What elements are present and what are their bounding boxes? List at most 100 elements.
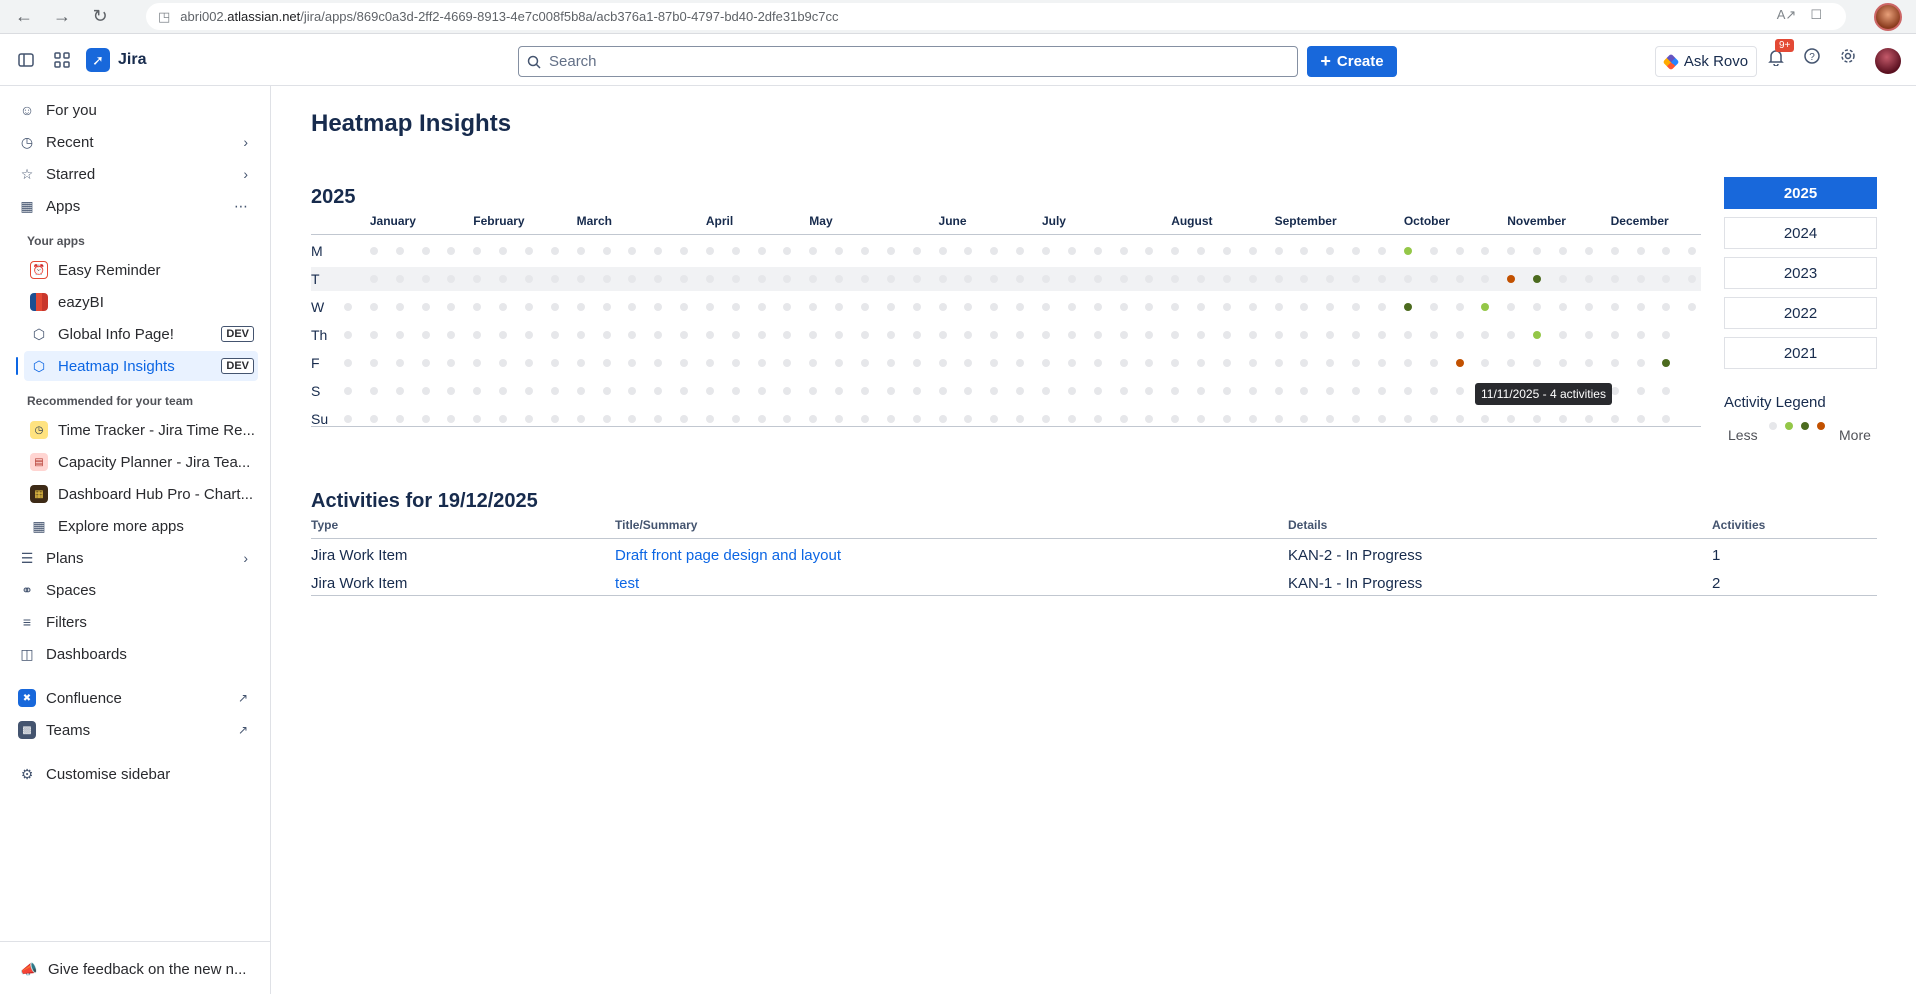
heatmap-cell[interactable] <box>731 387 740 395</box>
heatmap-cell[interactable] <box>473 331 482 339</box>
heatmap-cell[interactable] <box>1041 359 1050 367</box>
settings-gear-icon[interactable] <box>1840 48 1856 69</box>
chevron-right-icon[interactable]: › <box>243 134 248 150</box>
heatmap-cell[interactable] <box>886 331 895 339</box>
heatmap-cell[interactable] <box>1093 359 1102 367</box>
heatmap-cell[interactable] <box>602 247 611 255</box>
heatmap-cell[interactable] <box>576 247 585 255</box>
heatmap-cell[interactable] <box>809 275 818 283</box>
heatmap-cell[interactable] <box>1067 331 1076 339</box>
heatmap-cell[interactable] <box>938 275 947 283</box>
heatmap-cell[interactable] <box>861 247 869 255</box>
heatmap-cell[interactable] <box>1145 275 1154 283</box>
heatmap-cell[interactable] <box>344 331 352 339</box>
heatmap-cell[interactable] <box>705 415 714 423</box>
heatmap-cell[interactable] <box>1403 331 1412 339</box>
heatmap-cell[interactable] <box>1145 331 1154 339</box>
heatmap-cell[interactable] <box>1636 415 1645 423</box>
heatmap-cell[interactable] <box>1378 387 1386 395</box>
heatmap-cell[interactable] <box>990 247 999 255</box>
app-switcher-icon[interactable] <box>50 48 74 72</box>
heatmap-cell[interactable] <box>1171 415 1180 423</box>
sidebar-item-easy-reminder[interactable]: ⏰ Easy Reminder <box>24 255 258 285</box>
sidebar-item-filters[interactable]: ≡ Filters <box>12 607 258 637</box>
heatmap-cell[interactable] <box>990 415 999 423</box>
back-icon[interactable]: ← <box>10 3 38 31</box>
heatmap-cell[interactable] <box>757 247 766 255</box>
heatmap-cell[interactable] <box>602 415 611 423</box>
heatmap-cell[interactable] <box>1197 359 1206 367</box>
heatmap-cell[interactable] <box>1145 415 1154 423</box>
create-button[interactable]: + Create <box>1307 46 1397 77</box>
heatmap-cell[interactable] <box>1403 415 1412 423</box>
heatmap-cell[interactable] <box>1584 415 1593 423</box>
heatmap-cell[interactable] <box>1533 303 1542 311</box>
heatmap-cell[interactable] <box>1481 247 1490 255</box>
heatmap-cell[interactable] <box>1455 415 1464 423</box>
heatmap-cell[interactable] <box>1558 275 1567 283</box>
more-options-icon[interactable]: ⋯ <box>234 198 248 215</box>
heatmap-cell[interactable] <box>861 303 869 311</box>
heatmap-cell[interactable] <box>524 387 533 395</box>
heatmap-cell[interactable] <box>1584 275 1593 283</box>
heatmap-cell[interactable] <box>1222 415 1231 423</box>
heatmap-cell[interactable] <box>1041 303 1050 311</box>
heatmap-cell[interactable] <box>447 303 456 311</box>
heatmap-cell[interactable] <box>1274 275 1283 283</box>
heatmap-cell[interactable] <box>654 303 663 311</box>
heatmap-cell[interactable] <box>809 415 818 423</box>
heatmap-cell[interactable] <box>1119 359 1128 367</box>
heatmap-cell[interactable] <box>783 387 792 395</box>
heatmap-cell[interactable] <box>680 387 689 395</box>
heatmap-cell[interactable] <box>1507 359 1516 367</box>
heatmap-cell[interactable] <box>783 275 792 283</box>
heatmap-cell[interactable] <box>344 303 352 311</box>
heatmap-cell[interactable] <box>499 331 508 339</box>
heatmap-cell[interactable] <box>886 387 895 395</box>
heatmap-cell[interactable] <box>369 331 378 339</box>
heatmap-cell[interactable] <box>886 359 895 367</box>
chevron-right-icon[interactable]: › <box>243 166 248 182</box>
heatmap-cell[interactable] <box>1119 387 1128 395</box>
heatmap-cell[interactable] <box>757 275 766 283</box>
ask-rovo-button[interactable]: Ask Rovo <box>1655 46 1757 77</box>
heatmap-cell[interactable] <box>1041 275 1050 283</box>
sidebar-item-eazybi[interactable]: eazyBI <box>24 287 258 317</box>
heatmap-cell[interactable] <box>1093 247 1102 255</box>
heatmap-cell[interactable] <box>680 275 689 283</box>
heatmap-cell[interactable] <box>395 415 404 423</box>
heatmap-cell[interactable] <box>1300 387 1309 395</box>
heatmap-cell[interactable] <box>1403 275 1412 283</box>
heatmap-cell[interactable] <box>1093 303 1102 311</box>
heatmap-cell[interactable] <box>1222 247 1231 255</box>
heatmap-cell[interactable] <box>473 247 482 255</box>
heatmap-cell[interactable] <box>369 387 378 395</box>
chevron-right-icon[interactable]: › <box>243 550 248 566</box>
heatmap-cell[interactable] <box>421 331 430 339</box>
heatmap-cell[interactable] <box>1197 415 1206 423</box>
heatmap-cell[interactable] <box>628 303 637 311</box>
heatmap-cell[interactable] <box>654 247 663 255</box>
heatmap-cell[interactable] <box>1016 331 1025 339</box>
heatmap-cell[interactable] <box>654 275 663 283</box>
heatmap-cell[interactable] <box>1197 331 1206 339</box>
heatmap-cell[interactable] <box>731 331 740 339</box>
heatmap-cell[interactable] <box>1610 331 1619 339</box>
heatmap-cell[interactable] <box>1067 415 1076 423</box>
translate-icon[interactable]: A↗ <box>1777 7 1797 23</box>
heatmap-cell[interactable] <box>1197 387 1206 395</box>
heatmap-cell[interactable] <box>473 415 482 423</box>
heatmap-cell[interactable] <box>964 247 973 255</box>
heatmap-cell[interactable] <box>1248 247 1257 255</box>
heatmap-cell[interactable] <box>1403 359 1412 367</box>
heatmap-cell[interactable] <box>705 247 714 255</box>
heatmap-cell[interactable] <box>1041 331 1050 339</box>
year-button[interactable]: 2025 <box>1724 177 1877 209</box>
heatmap-cell[interactable] <box>731 415 740 423</box>
heatmap-cell[interactable] <box>1378 247 1386 255</box>
heatmap-cell[interactable] <box>1481 359 1490 367</box>
heatmap-cell[interactable] <box>886 247 895 255</box>
heatmap-cell[interactable] <box>886 275 895 283</box>
heatmap-cell[interactable] <box>1119 303 1128 311</box>
search-input[interactable] <box>549 53 1249 70</box>
